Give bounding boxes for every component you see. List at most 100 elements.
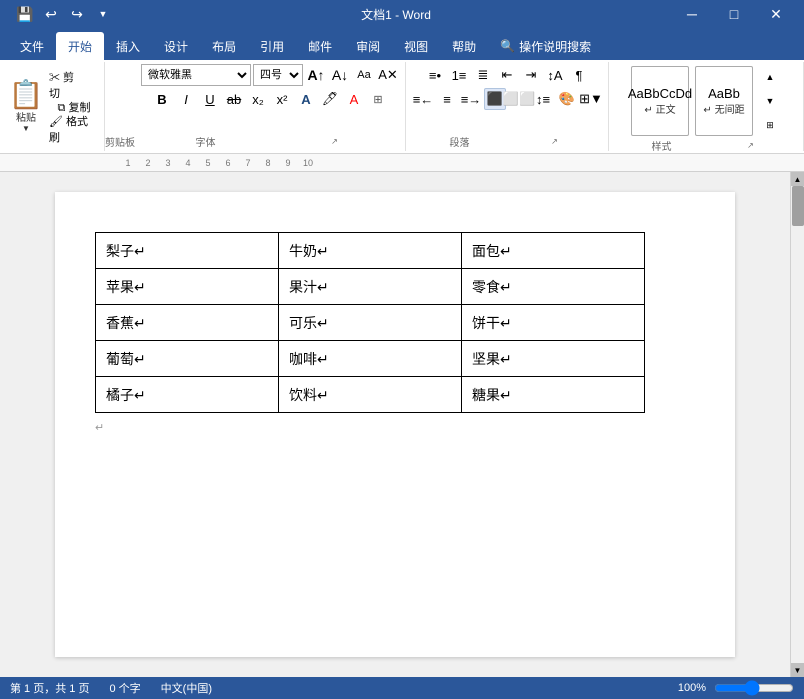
table-cell[interactable]: 苹果↵ (96, 269, 279, 305)
horizontal-ruler: 1 2 3 4 5 6 7 8 9 10 (0, 154, 804, 172)
dropdown-quick-btn[interactable]: ▼ (92, 3, 114, 25)
font-group: 微软雅黑 四号 A↑ A↓ Aa A✕ B I U ab x₂ x² A 🖊 A (135, 62, 406, 151)
line-spacing-btn[interactable]: ↕≡ (532, 88, 554, 110)
shrink-font-btn[interactable]: A↓ (329, 64, 351, 86)
grow-font-btn[interactable]: A↑ (305, 64, 327, 86)
font-group-content: 微软雅黑 四号 A↑ A↓ Aa A✕ B I U ab x₂ x² A 🖊 A (141, 64, 399, 132)
font-color-btn[interactable]: A (343, 88, 365, 110)
title-bar: 💾 ↩ ↪ ▼ 文档1 - Word ─ □ ✕ (0, 0, 804, 28)
word-table[interactable]: 梨子↵ 牛奶↵ 面包↵ 苹果↵ 果汁↵ 零食↵ 香蕉↵ (95, 232, 645, 413)
table-cell[interactable]: 坚果↵ (462, 341, 645, 377)
superscript-btn[interactable]: x² (271, 88, 293, 110)
style-normal-preview: AaBbCcDd (628, 86, 692, 102)
scroll-up-btn[interactable]: ▲ (791, 172, 804, 186)
table-cell[interactable]: 牛奶↵ (279, 233, 462, 269)
sort-btn[interactable]: ↕A (544, 64, 566, 86)
table-cell[interactable]: 梨子↵ (96, 233, 279, 269)
restore-btn[interactable]: □ (714, 0, 754, 28)
underline-btn[interactable]: U (199, 88, 221, 110)
bold-btn[interactable]: B (151, 88, 173, 110)
table-cell[interactable]: 零食↵ (462, 269, 645, 305)
vertical-scrollbar[interactable]: ▲ ▼ (790, 172, 804, 677)
redo-quick-btn[interactable]: ↪ (66, 3, 88, 25)
para-expand-icon[interactable]: ↗ (507, 137, 602, 146)
text-effects-btn[interactable]: A (295, 88, 317, 110)
italic-btn[interactable]: I (175, 88, 197, 110)
styles-scroll: ▲ ▼ ⊞ (759, 66, 781, 136)
tab-mailings[interactable]: 邮件 (296, 32, 344, 60)
clear-format-btn[interactable]: A✕ (377, 64, 399, 86)
styles-group-label: 样式 ↗ (617, 138, 795, 153)
window-title: 文档1 - Word (120, 6, 672, 23)
close-btn[interactable]: ✕ (756, 0, 796, 28)
table-cell[interactable]: 饮料↵ (279, 377, 462, 413)
undo-quick-btn[interactable]: ↩ (40, 3, 62, 25)
styles-scroll-up[interactable]: ▲ (759, 66, 781, 88)
tab-layout[interactable]: 布局 (200, 32, 248, 60)
font-expand-icon[interactable]: ↗ (270, 137, 399, 146)
table-cell[interactable]: 饼干↵ (462, 305, 645, 341)
table-cell[interactable]: 果汁↵ (279, 269, 462, 305)
tab-review[interactable]: 审阅 (344, 32, 392, 60)
format-painter-button[interactable]: 🖌 格式刷 (48, 119, 100, 139)
styles-more-btn[interactable]: ⊞ (759, 114, 781, 136)
shading-btn[interactable]: 🎨 (556, 88, 578, 110)
tab-search[interactable]: 🔍 操作说明搜索 (488, 32, 603, 60)
subscript-btn[interactable]: x₂ (247, 88, 269, 110)
zoom-slider[interactable] (714, 682, 794, 694)
strikethrough-btn[interactable]: ab (223, 88, 245, 110)
save-quick-btn[interactable]: 💾 (14, 3, 36, 25)
align-center-btn[interactable]: ≡ (436, 88, 458, 110)
table-cell[interactable]: 香蕉↵ (96, 305, 279, 341)
style-no-space[interactable]: AaBb ↵ 无间距 (695, 66, 753, 136)
table-row: 葡萄↵ 咖啡↵ 坚果↵ (96, 341, 645, 377)
bullets-btn[interactable]: ≡• (424, 64, 446, 86)
more-font-btn[interactable]: ⊞ (367, 88, 389, 110)
align-left-btn[interactable]: ≡← (412, 88, 434, 110)
paragraph-group: ≡• 1≡ ≣ ⇤ ⇥ ↕A ¶ ≡← ≡ ≡→ ⬛ ⬜⬜ ↕≡ 🎨 ⊞▼ 段落… (406, 62, 609, 151)
zoom-level: 100% (678, 682, 706, 694)
increase-indent-btn[interactable]: ⇥ (520, 64, 542, 86)
clipboard-group: 📋 粘贴 ▼ ✂ 剪切 ⧉ 复制 🖌 格式刷 (0, 62, 105, 151)
styles-group: AaBbCcDd ↵ 正文 AaBb ↵ 无间距 ▲ ▼ ⊞ 样式 ↗ (609, 62, 804, 151)
show-marks-btn[interactable]: ¶ (568, 64, 590, 86)
scroll-down-btn[interactable]: ▼ (791, 663, 804, 677)
paste-dropdown-icon[interactable]: ▼ (22, 124, 30, 133)
table-cell[interactable]: 可乐↵ (279, 305, 462, 341)
text-highlight-btn[interactable]: 🖊 (319, 88, 341, 110)
clipboard-secondary: ✂ 剪切 ⧉ 复制 🖌 格式刷 (48, 75, 100, 139)
tab-file[interactable]: 文件 (8, 32, 56, 60)
font-name-select[interactable]: 微软雅黑 (141, 64, 251, 86)
borders-btn[interactable]: ⊞▼ (580, 88, 602, 110)
minimize-btn[interactable]: ─ (672, 0, 712, 28)
font-size-select[interactable]: 四号 (253, 64, 303, 86)
tab-home[interactable]: 开始 (56, 32, 104, 60)
status-bar: 第 1 页，共 1 页 0 个字 中文(中国) 100% (0, 677, 804, 699)
font-group-label: 字体 ↗ (141, 134, 399, 149)
font-case-btn[interactable]: Aa (353, 64, 375, 86)
distributed-btn[interactable]: ⬜⬜ (508, 88, 530, 110)
align-right-btn[interactable]: ≡→ (460, 88, 482, 110)
tab-view[interactable]: 视图 (392, 32, 440, 60)
paste-button[interactable]: 📋 粘贴 ▼ (4, 75, 48, 139)
doc-scroll-area[interactable]: 梨子↵ 牛奶↵ 面包↵ 苹果↵ 果汁↵ 零食↵ 香蕉↵ (0, 172, 790, 677)
cut-button[interactable]: ✂ 剪切 (48, 75, 76, 95)
tab-insert[interactable]: 插入 (104, 32, 152, 60)
table-cell[interactable]: 葡萄↵ (96, 341, 279, 377)
style-normal[interactable]: AaBbCcDd ↵ 正文 (631, 66, 689, 136)
tab-design[interactable]: 设计 (152, 32, 200, 60)
styles-scroll-down[interactable]: ▼ (759, 90, 781, 112)
table-cell[interactable]: 橘子↵ (96, 377, 279, 413)
styles-expand-icon[interactable]: ↗ (706, 141, 795, 150)
scroll-thumb[interactable] (792, 186, 804, 226)
multilevel-btn[interactable]: ≣ (472, 64, 494, 86)
table-cell[interactable]: 糖果↵ (462, 377, 645, 413)
styles-content: AaBbCcDd ↵ 正文 AaBb ↵ 无间距 ▲ ▼ ⊞ (631, 66, 781, 136)
tab-help[interactable]: 帮助 (440, 32, 488, 60)
status-right: 100% (678, 682, 794, 694)
tab-references[interactable]: 引用 (248, 32, 296, 60)
table-cell[interactable]: 面包↵ (462, 233, 645, 269)
table-cell[interactable]: 咖啡↵ (279, 341, 462, 377)
numbering-btn[interactable]: 1≡ (448, 64, 470, 86)
decrease-indent-btn[interactable]: ⇤ (496, 64, 518, 86)
